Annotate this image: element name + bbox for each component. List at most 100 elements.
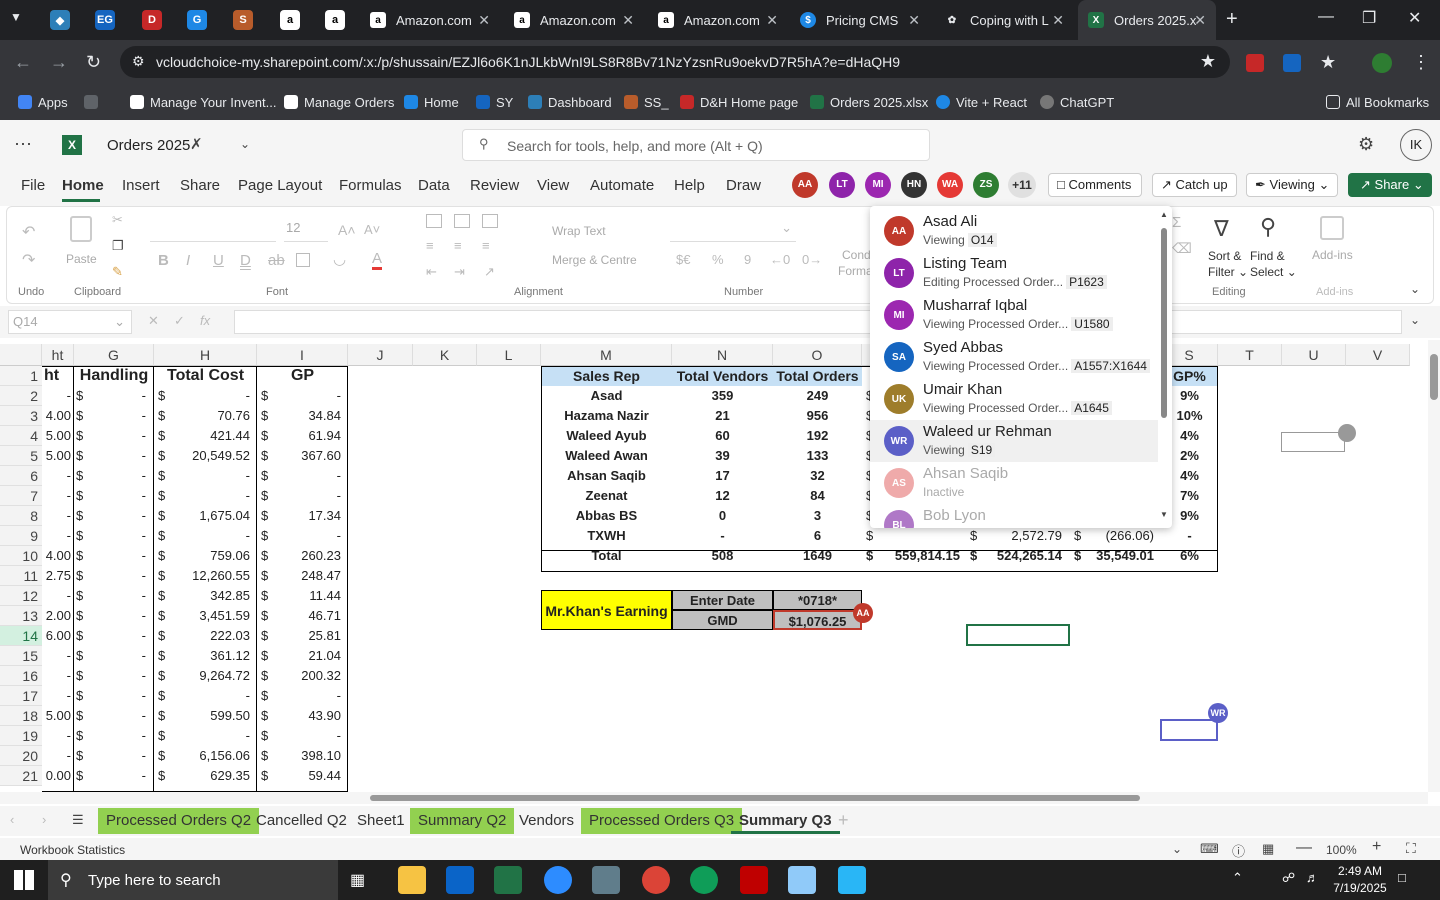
underline-icon[interactable]: U <box>213 252 224 269</box>
site-info-icon[interactable]: ⚙ <box>132 53 145 70</box>
cell[interactable]: 1649 <box>773 546 862 566</box>
conditional-formatting-button[interactable]: Cond <box>842 248 871 262</box>
cell[interactable]: - <box>88 386 150 406</box>
cell[interactable]: 599.50 <box>170 706 254 726</box>
row-header[interactable]: 15 <box>0 646 42 666</box>
align-center-icon[interactable]: ≡ <box>454 238 462 253</box>
collaborator-item[interactable]: WR Waleed ur Rehman Viewing S19 <box>870 420 1158 462</box>
cell[interactable]: 34.84 <box>273 406 345 426</box>
cell[interactable]: $ <box>261 666 273 686</box>
cell[interactable]: $ <box>261 586 273 606</box>
cell[interactable]: Sales Rep <box>541 366 672 386</box>
italic-icon[interactable]: I <box>186 252 190 269</box>
select-all-corner[interactable] <box>0 344 42 366</box>
new-tab-icon[interactable]: + <box>1226 8 1238 31</box>
cell[interactable]: 4.00 <box>42 406 73 426</box>
cell[interactable]: 25.81 <box>273 626 345 646</box>
cell[interactable]: 11.44 <box>273 586 345 606</box>
profile-icon[interactable] <box>1372 53 1392 73</box>
vertical-scrollbar[interactable] <box>1428 340 1440 792</box>
maximize-icon[interactable]: ❐ <box>1362 8 1376 28</box>
bookmark-star-icon[interactable]: ★ <box>1200 51 1216 72</box>
sort-filter-icon[interactable]: ∇ <box>1214 216 1229 242</box>
bookmark-item[interactable]: Manage Orders <box>284 92 394 112</box>
cell[interactable]: 249 <box>773 386 862 406</box>
fill-color-icon[interactable]: ◡ <box>333 250 346 268</box>
sensitivity-icon[interactable]: ✗ <box>190 135 203 153</box>
row-header[interactable]: 5 <box>0 446 42 466</box>
browser-tab-active[interactable]: X Orders 2025.x ✕ <box>1078 0 1216 40</box>
cell[interactable]: - <box>170 486 254 506</box>
cell[interactable]: 6% <box>1161 546 1218 566</box>
cell[interactable]: - <box>170 726 254 746</box>
format-painter-icon[interactable]: ✎ <box>112 264 123 280</box>
menu-file[interactable]: File <box>21 177 45 194</box>
cell[interactable]: $ <box>76 506 88 526</box>
insert-function-icon[interactable]: fx <box>200 313 210 328</box>
file-explorer-icon[interactable] <box>398 866 426 894</box>
cell[interactable]: $ <box>261 566 273 586</box>
cell[interactable]: - <box>42 386 73 406</box>
cell[interactable]: 361.12 <box>170 646 254 666</box>
cell[interactable]: $ <box>261 626 273 646</box>
cell[interactable]: $ <box>866 526 876 546</box>
status-chevron-icon[interactable]: ⌄ <box>1172 842 1182 856</box>
catch-up-button[interactable]: ↗ Catch up <box>1152 173 1237 197</box>
cell[interactable]: 200.32 <box>273 666 345 686</box>
cell[interactable]: 2.75 <box>42 566 73 586</box>
all-bookmarks[interactable]: All Bookmarks <box>1326 92 1429 112</box>
menu-data[interactable]: Data <box>418 177 450 194</box>
sheet-tab-active[interactable]: Summary Q3 <box>731 808 840 834</box>
cell[interactable]: Waleed Awan <box>541 446 672 466</box>
cell[interactable]: 17 <box>672 466 773 486</box>
cell[interactable]: $ <box>76 686 88 706</box>
cell[interactable]: 6 <box>773 526 862 546</box>
cell[interactable]: - <box>42 726 73 746</box>
align-top-icon[interactable] <box>426 214 442 228</box>
cell[interactable]: Mr.Khan's Earning <box>541 590 672 630</box>
bookmark-item[interactable]: D&H Home page <box>680 92 798 112</box>
cell[interactable]: - <box>273 386 345 406</box>
collab-avatar[interactable]: MI <box>865 172 891 198</box>
zoom-out-icon[interactable]: — <box>1296 839 1312 857</box>
enter-formula-icon[interactable]: ✓ <box>174 313 185 329</box>
percent-icon[interactable]: % <box>712 252 724 267</box>
increase-indent-icon[interactable]: ⇥ <box>454 264 465 280</box>
menu-view[interactable]: View <box>537 177 569 194</box>
tray-chevron-icon[interactable]: ⌃ <box>1232 870 1243 886</box>
cell[interactable]: 21 <box>672 406 773 426</box>
bold-icon[interactable]: B <box>158 252 169 269</box>
cell[interactable]: $ <box>158 486 170 506</box>
cell[interactable]: - <box>88 706 150 726</box>
column-header[interactable]: K <box>413 344 477 366</box>
cell[interactable]: 398.10 <box>273 746 345 766</box>
cell[interactable]: $ <box>261 606 273 626</box>
cell[interactable]: $ <box>261 706 273 726</box>
menu-insert[interactable]: Insert <box>122 177 160 194</box>
cell[interactable]: 524,265.14 <box>982 546 1066 566</box>
menu-share[interactable]: Share <box>180 177 220 194</box>
cell[interactable]: 342.85 <box>170 586 254 606</box>
cell[interactable]: 6.00 <box>42 626 73 646</box>
cell[interactable]: 0 <box>672 506 773 526</box>
row-header[interactable]: 4 <box>0 426 42 446</box>
row-header[interactable]: 12 <box>0 586 42 606</box>
cell[interactable]: $ <box>261 546 273 566</box>
sort-filter-button[interactable]: Sort & Filter ⌄ <box>1208 248 1248 280</box>
cell[interactable]: Asad <box>541 386 672 406</box>
cell[interactable]: 192 <box>773 426 862 446</box>
cell[interactable]: 3,451.59 <box>170 606 254 626</box>
collab-avatar[interactable]: LT <box>829 172 855 198</box>
cell[interactable]: Total Cost <box>154 366 257 386</box>
cell[interactable]: - <box>273 686 345 706</box>
pinned-tab-icon[interactable]: S <box>233 10 253 30</box>
cell[interactable]: $ <box>158 646 170 666</box>
column-header[interactable]: H <box>154 344 257 366</box>
cell[interactable]: $ <box>158 606 170 626</box>
cell[interactable]: 508 <box>672 546 773 566</box>
cell[interactable]: 0.00 <box>42 766 73 786</box>
cell[interactable]: GP <box>257 366 348 386</box>
cell[interactable]: Waleed Ayub <box>541 426 672 446</box>
chrome-icon[interactable] <box>642 866 670 894</box>
cell[interactable]: 32 <box>773 466 862 486</box>
